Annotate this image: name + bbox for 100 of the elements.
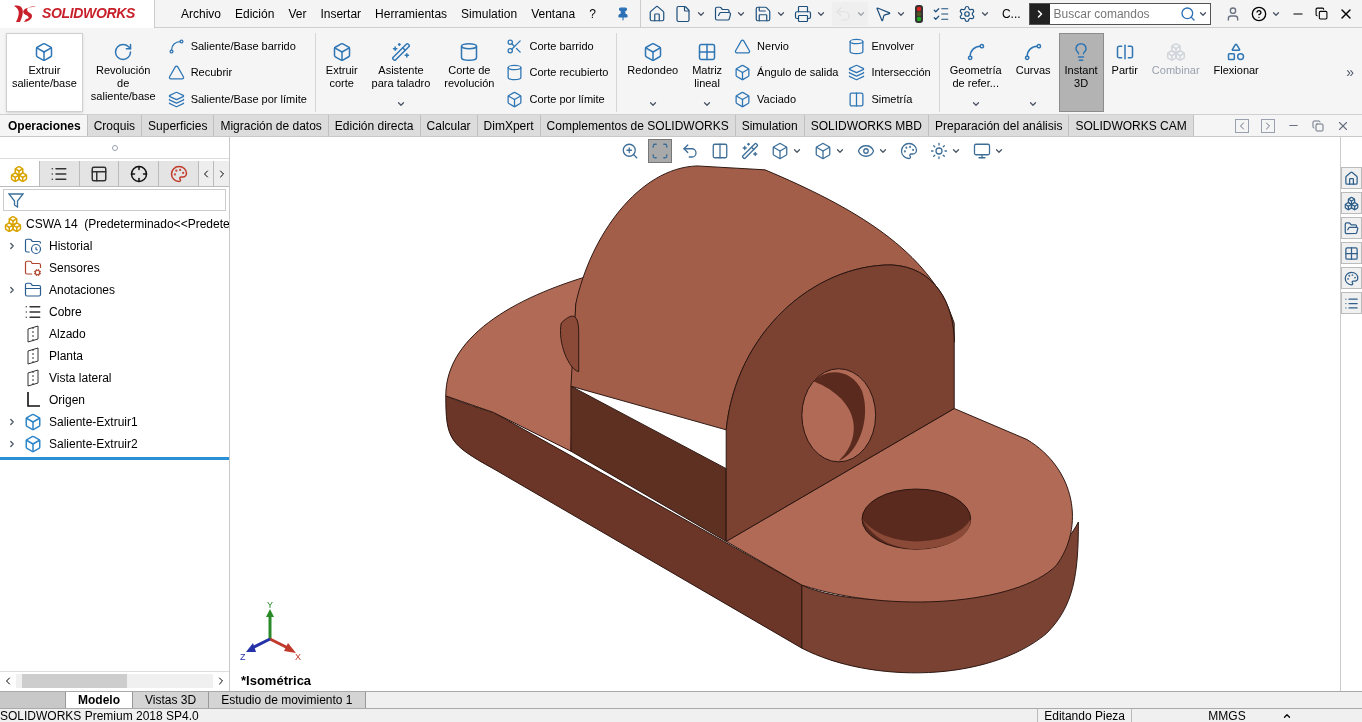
wand-icon: [390, 42, 411, 62]
command-button[interactable]: Asistente para taladro: [365, 33, 437, 112]
box-icon: [506, 90, 524, 108]
panel-tab[interactable]: [39, 161, 80, 186]
model-tab[interactable]: Vistas 3D: [133, 692, 210, 708]
task-pane-tab[interactable]: [1341, 167, 1362, 189]
cylinder-icon: [848, 37, 866, 55]
tree-item[interactable]: Vista lateral: [0, 367, 229, 389]
scroll-thumb[interactable]: [22, 673, 127, 688]
scroll-right-button[interactable]: [214, 161, 229, 186]
status-mode: Editando Pieza: [1037, 708, 1132, 722]
menu-item[interactable]: Insertar: [320, 4, 362, 23]
hierarchy-icon: [90, 164, 109, 183]
ribbon-tab[interactable]: SOLIDWORKS MBD: [804, 115, 930, 136]
ribbon-tab[interactable]: Simulation: [735, 115, 805, 136]
menu-item[interactable]: Archivo: [181, 4, 221, 23]
task-pane-tab[interactable]: [1341, 192, 1362, 214]
command-button[interactable]: Extruir corte: [319, 33, 364, 112]
task-pane-tab[interactable]: [1341, 242, 1362, 264]
command-button[interactable]: Saliente/Base barrido: [167, 35, 307, 57]
ribbon-tab[interactable]: DimXpert: [477, 115, 541, 136]
folder-clock-icon: [24, 237, 42, 255]
cylinder-icon: [506, 64, 524, 81]
menu-item[interactable]: Simulation: [461, 4, 518, 23]
tree-item[interactable]: Alzado: [0, 323, 229, 345]
tree-item[interactable]: Sensores: [0, 257, 229, 279]
folder-icon: [713, 4, 732, 23]
menu-item[interactable]: Ver: [288, 4, 307, 23]
axis-label: Y: [267, 601, 273, 610]
task-pane-tab[interactable]: [1341, 292, 1362, 314]
caret-icon: [835, 146, 845, 156]
restore-icon[interactable]: [1315, 7, 1328, 20]
menu-item[interactable]: Ventana: [531, 4, 576, 23]
command-button[interactable]: Partir: [1105, 33, 1144, 112]
command-button[interactable]: Vaciado: [734, 88, 839, 110]
command-button[interactable]: Redondeo: [621, 33, 685, 112]
panel-tab[interactable]: [119, 161, 160, 186]
model-tab[interactable]: Modelo: [66, 692, 133, 708]
command-button[interactable]: Recubrir: [167, 61, 307, 84]
tree-item[interactable]: Saliente-Extruir2: [0, 433, 229, 455]
task-pane-tab[interactable]: [1341, 267, 1362, 289]
tree-item[interactable]: Planta: [0, 345, 229, 367]
more-commands-button[interactable]: »: [1342, 62, 1358, 83]
tree-item[interactable]: Historial: [0, 235, 229, 257]
view-palette-icon: [1344, 245, 1359, 261]
command-button[interactable]: Intersección: [848, 61, 931, 84]
ribbon-tab[interactable]: Preparación del análisis: [929, 115, 1070, 136]
tree-item[interactable]: Saliente-Extruir1: [0, 411, 229, 433]
command-button[interactable]: Curvas: [1009, 33, 1057, 112]
menu-item[interactable]: Edición: [235, 4, 275, 23]
command-button[interactable]: Corte por límite: [506, 88, 609, 110]
command-button[interactable]: Matriz lineal: [686, 33, 729, 112]
command-button[interactable]: Extruir saliente/base: [6, 33, 83, 112]
ribbon-tab[interactable]: Migración de datos: [214, 115, 329, 136]
user-icon[interactable]: [1225, 5, 1241, 22]
ribbon-tab[interactable]: Edición directa: [328, 115, 421, 136]
command-button[interactable]: Envolver: [848, 35, 931, 57]
search-field[interactable]: Buscar comandos: [1028, 2, 1211, 25]
model-tab[interactable]: Estudio de movimiento 1: [209, 692, 366, 708]
help-icon[interactable]: [1251, 5, 1267, 22]
tree-item-label: Saliente-Extruir1: [49, 414, 138, 431]
ribbon-tab[interactable]: Complementos de SOLIDWORKS: [540, 115, 736, 136]
command-button[interactable]: Corte de revolución: [438, 33, 501, 112]
command-button[interactable]: Simetría: [848, 88, 931, 110]
command-button[interactable]: Geometría de refer...: [943, 33, 1008, 112]
search-input[interactable]: Buscar comandos: [1049, 4, 1180, 23]
more-button[interactable]: C...: [1001, 4, 1021, 23]
tree-item-label: Origen: [49, 392, 86, 409]
tree-item[interactable]: Anotaciones: [0, 279, 229, 301]
command-button[interactable]: Instant 3D: [1058, 33, 1104, 112]
home-icon: [647, 4, 666, 23]
panel-tab[interactable]: [79, 161, 120, 186]
menu-item[interactable]: Herramientas: [375, 4, 448, 23]
box-icon: [24, 413, 42, 431]
command-button[interactable]: Revolución de saliente/base: [84, 33, 162, 112]
ribbon-tab[interactable]: Calcular: [420, 115, 478, 136]
cube-icon: [814, 142, 832, 160]
tree-item[interactable]: CSWA 14 (Predeterminado<<Predete: [0, 213, 229, 235]
command-button[interactable]: Corte recubierto: [506, 61, 609, 84]
ribbon-tab[interactable]: Superficies: [142, 115, 215, 136]
command-button[interactable]: Flexionar: [1207, 33, 1265, 112]
command-button[interactable]: Nervio: [734, 35, 839, 57]
scroll-left-button[interactable]: [199, 161, 215, 186]
ribbon-tab[interactable]: Croquis: [87, 115, 143, 136]
horizontal-scrollbar[interactable]: [16, 673, 213, 688]
status-text: SOLIDWORKS Premium 2018 SP4.0: [0, 708, 199, 722]
pointer-icon: [873, 4, 892, 23]
units-selector[interactable]: MMGS: [1172, 708, 1282, 722]
tree-item[interactable]: Origen: [0, 389, 229, 411]
blocks-icon: [10, 164, 29, 183]
command-button[interactable]: Corte barrido: [506, 35, 609, 57]
command-button[interactable]: Ángulo de salida: [734, 61, 839, 84]
tree-item[interactable]: Cobre: [0, 301, 229, 323]
menu-item[interactable]: ?: [589, 4, 596, 23]
ribbon-tab[interactable]: SOLIDWORKS CAM: [1069, 115, 1194, 136]
filter-field[interactable]: [3, 189, 226, 211]
pin-icon[interactable]: [615, 6, 630, 21]
command-button[interactable]: Saliente/Base por límite: [167, 88, 307, 110]
task-pane-tab[interactable]: [1341, 217, 1362, 239]
back-icon: [681, 142, 699, 160]
